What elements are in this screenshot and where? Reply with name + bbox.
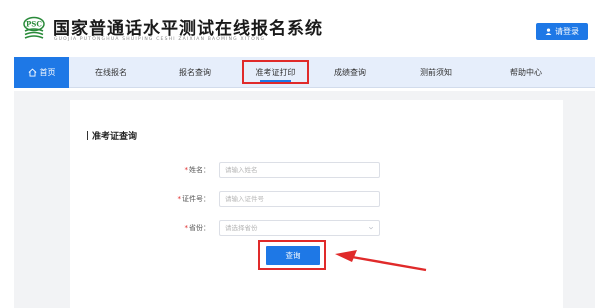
province-label: *省份： [150, 223, 211, 233]
psc-logo: PSC [23, 16, 45, 39]
section-title: 准考证查询 [87, 129, 137, 142]
logo-text: PSC [26, 20, 42, 29]
nav-item-help-center[interactable]: 帮助中心 [484, 57, 568, 88]
section-title-text: 准考证查询 [92, 132, 138, 142]
chevron-down-icon [368, 226, 374, 230]
name-label: *姓名： [150, 165, 211, 175]
id-label-text: 证件号： [182, 195, 210, 203]
login-label: 请登录 [555, 27, 579, 36]
province-select[interactable]: 请选择省份 [219, 220, 380, 236]
id-label: *证件号： [150, 194, 211, 204]
required-mark: * [184, 224, 189, 232]
annotation-box-button [258, 240, 326, 270]
nav-item-label: 帮助中心 [510, 68, 542, 77]
annotation-box-nav [242, 60, 309, 84]
user-icon [545, 28, 552, 35]
nav-item-label: 报名查询 [179, 68, 211, 77]
required-mark: * [184, 166, 189, 174]
province-select-value: 请选择省份 [225, 224, 258, 232]
required-mark: * [177, 195, 182, 203]
login-button[interactable]: 请登录 [536, 23, 588, 40]
header: PSC 国家普通话水平测试在线报名系统 GUOJIA PUTONGHUA SHU… [0, 0, 609, 56]
nav-item-registration-query[interactable]: 报名查询 [153, 57, 237, 88]
name-label-text: 姓名： [189, 166, 210, 174]
nav-item-label: 在线报名 [95, 68, 127, 77]
nav-item-score-query[interactable]: 成绩查询 [308, 57, 392, 88]
province-label-text: 省份： [189, 224, 210, 232]
home-icon [28, 68, 36, 77]
name-input[interactable]: 请输入姓名 [219, 162, 380, 178]
section-title-bar [87, 131, 88, 140]
site-subtitle: GUOJIA PUTONGHUA SHUIPING CESHI ZAIXIAN … [54, 37, 266, 42]
nav-item-label: 成绩查询 [334, 68, 366, 77]
nav-item-home[interactable]: 首页 [14, 57, 69, 88]
id-number-input[interactable]: 请输入证件号 [219, 191, 380, 207]
nav-item-label: 首页 [39, 68, 56, 77]
nav-item-pre-test-notice[interactable]: 测前须知 [394, 57, 478, 88]
nav-item-online-registration[interactable]: 在线报名 [69, 57, 153, 88]
nav-item-label: 测前须知 [420, 68, 452, 77]
site-title: 国家普通话水平测试在线报名系统 [53, 19, 323, 39]
annotation-arrow [335, 250, 427, 272]
